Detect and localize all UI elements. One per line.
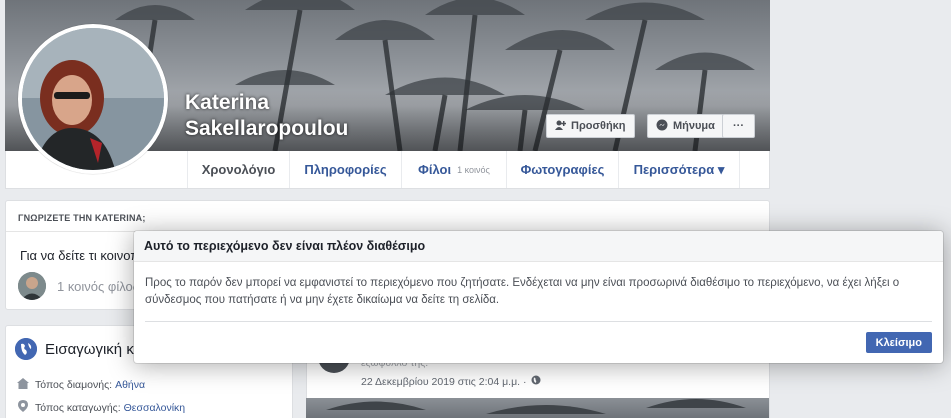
from-label: Τόπος καταγωγής: [35,401,121,414]
info-lives: Τόπος διαμονής: Αθήνα [17,378,145,392]
profile-name-last: Sakellaropoulou [185,117,349,140]
globe-icon [15,338,37,360]
intro-title: Εισαγωγική κα [45,341,143,358]
location-icon [17,400,29,415]
more-options-button[interactable]: ··· [722,114,755,138]
mutual-friends-text[interactable]: 1 κοινός φίλος [57,279,139,294]
tab-photos[interactable]: Φωτογραφίες [506,151,618,188]
home-icon [17,378,29,392]
post-image[interactable] [306,398,769,418]
tab-more-label: Περισσότερα ▾ [633,161,725,177]
tab-about[interactable]: Πληροφορίες [289,151,401,188]
dialog-body: Προς το παρόν δεν μπορεί να εμφανιστεί τ… [145,277,900,306]
profile-picture[interactable] [18,24,168,174]
profile-name[interactable]: Katerina Sakellaropoulou [185,90,385,142]
info-from: Τόπος καταγωγής: Θεσσαλονίκη [17,400,185,415]
post-timestamp-label: 22 Δεκεμβρίου 2019 στις 2:04 μ.μ. · [361,375,527,388]
lives-label: Τόπος διαμονής: [35,379,113,391]
mutual-friend-avatar[interactable] [18,272,46,300]
public-icon [531,375,541,388]
more-options-label: ··· [733,120,744,132]
lives-value-link[interactable]: Αθήνα [115,379,145,391]
tab-friends-label: Φίλοι [418,162,452,177]
profile-name-first: Katerina [185,91,270,114]
message-button[interactable]: Μήνυμα [647,114,724,138]
tab-more[interactable]: Περισσότερα ▾ [618,151,740,188]
content-unavailable-dialog: Αυτό το περιεχόμενο δεν είναι πλέον διαθ… [134,231,943,363]
tab-about-label: Πληροφορίες [304,162,387,177]
tab-friends-count: 1 κοινός [457,164,490,175]
know-text: Για να δείτε τι κοινοπ [20,248,140,263]
tab-timeline[interactable]: Χρονολόγιο [187,151,289,188]
close-button[interactable]: Κλείσιμο [865,332,932,353]
add-friend-button[interactable]: Προσθήκη [546,114,635,138]
post-timestamp[interactable]: 22 Δεκεμβρίου 2019 στις 2:04 μ.μ. · [361,375,541,388]
tab-photos-label: Φωτογραφίες [520,162,605,177]
dialog-divider [145,321,932,322]
messenger-icon [656,119,668,134]
add-friend-icon [555,120,567,133]
message-label: Μήνυμα [673,120,715,132]
dialog-title: Αυτό το περιεχόμενο δεν είναι πλέον διαθ… [134,231,943,262]
tab-friends[interactable]: Φίλοι 1 κοινός [401,151,506,188]
tab-timeline-label: Χρονολόγιο [201,162,276,177]
know-heading: ΓΝΩΡΙΖΕΤΕ ΤΗΝ KATERINA; [18,213,146,223]
add-friend-label: Προσθήκη [571,120,626,132]
from-value-link[interactable]: Θεσσαλονίκη [124,402,185,414]
